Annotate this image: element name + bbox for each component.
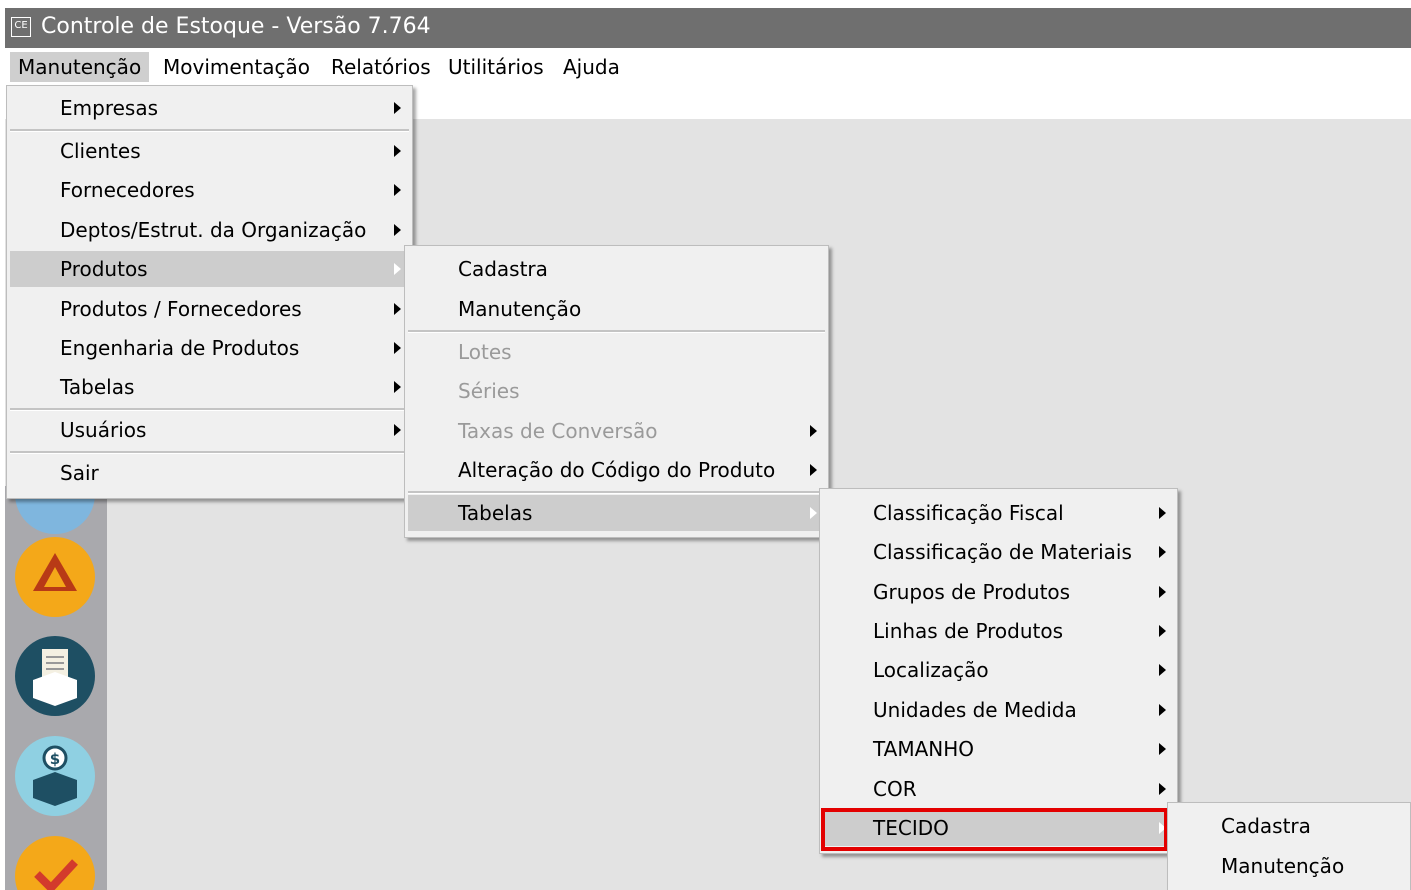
submenu-arrow-icon <box>1159 625 1166 637</box>
submenu-arrow-icon <box>1159 783 1166 795</box>
submenu-arrow-icon <box>394 424 401 436</box>
menu-item-taxas-conversao: Taxas de Conversão <box>408 413 825 449</box>
submenu-arrow-icon <box>394 102 401 114</box>
menu-item-tamanho[interactable]: TAMANHO <box>823 731 1174 767</box>
submenu-arrow-icon <box>394 145 401 157</box>
menu-item-fornecedores[interactable]: Fornecedores <box>10 172 409 208</box>
submenu-arrow-icon <box>1159 586 1166 598</box>
invoice-box-icon[interactable] <box>15 636 95 716</box>
menu-separator <box>408 491 825 494</box>
submenu-arrow-icon <box>1159 546 1166 558</box>
menu-item-tecido[interactable]: TECIDO <box>823 810 1174 846</box>
submenu-arrow-icon <box>1159 704 1166 716</box>
menu-item-cadastra[interactable]: Cadastra <box>408 251 825 287</box>
menu-item-empresas[interactable]: Empresas <box>10 90 409 126</box>
menu-item-localizacao[interactable]: Localização <box>823 652 1174 688</box>
window-title: Controle de Estoque - Versão 7.764 <box>41 14 431 39</box>
menu-item-deptos[interactable]: Deptos/Estrut. da Organização <box>10 212 409 248</box>
dropdown-manutencao: Empresas Clientes Fornecedores Deptos/Es… <box>6 85 413 499</box>
menu-item-produtos-fornecedores[interactable]: Produtos / Fornecedores <box>10 291 409 327</box>
menu-item-classificacao-materiais[interactable]: Classificação de Materiais <box>823 534 1174 570</box>
menu-movimentacao[interactable]: Movimentação <box>155 52 318 82</box>
submenu-arrow-icon <box>394 184 401 196</box>
dropdown-tecido: Cadastra Manutenção <box>1167 802 1411 890</box>
submenu-arrow-icon <box>394 342 401 354</box>
menu-bar: Manutenção Movimentação Relatórios Utili… <box>5 48 1411 86</box>
menu-utilitarios[interactable]: Utilitários <box>440 52 552 82</box>
menu-item-unidades-medida[interactable]: Unidades de Medida <box>823 692 1174 728</box>
menu-item-clientes[interactable]: Clientes <box>10 133 409 169</box>
menu-manutencao[interactable]: Manutenção <box>10 52 150 82</box>
title-bar: CE Controle de Estoque - Versão 7.764 <box>5 8 1411 48</box>
submenu-arrow-icon <box>1159 822 1166 834</box>
submenu-arrow-icon <box>394 263 401 275</box>
menu-separator <box>408 330 825 333</box>
submenu-arrow-icon <box>394 381 401 393</box>
dropdown-produtos: Cadastra Manutenção Lotes Séries Taxas d… <box>404 245 829 538</box>
app-logo-icon: CE <box>11 17 31 37</box>
menu-item-series: Séries <box>458 379 520 403</box>
menu-item-lotes: Lotes <box>458 340 512 364</box>
menu-item-produtos[interactable]: Produtos <box>10 251 409 287</box>
submenu-arrow-icon <box>810 464 817 476</box>
submenu-arrow-icon <box>1159 743 1166 755</box>
menu-item-tabelas[interactable]: Tabelas <box>10 369 409 405</box>
dropdown-tabelas: Classificação Fiscal Classificação de Ma… <box>819 488 1178 854</box>
submenu-arrow-icon <box>1159 664 1166 676</box>
menu-item-alteracao-codigo[interactable]: Alteração do Código do Produto <box>408 452 825 488</box>
submenu-arrow-icon <box>810 425 817 437</box>
menu-item-linhas-produtos[interactable]: Linhas de Produtos <box>823 613 1174 649</box>
menu-item-cor[interactable]: COR <box>823 771 1174 807</box>
check-icon[interactable] <box>15 836 95 890</box>
app-window: CE Controle de Estoque - Versão 7.764 Ma… <box>5 8 1411 890</box>
menu-separator <box>10 129 409 132</box>
submenu-arrow-icon <box>394 303 401 315</box>
menu-item-sair[interactable]: Sair <box>10 455 409 491</box>
menu-separator <box>10 451 409 454</box>
sidebar: $ <box>5 454 107 890</box>
drive-icon[interactable] <box>15 537 95 617</box>
menu-item-tecido-manutencao[interactable]: Manutenção <box>1171 848 1407 884</box>
menu-item-tecido-cadastra[interactable]: Cadastra <box>1171 808 1407 844</box>
menu-separator <box>10 408 409 411</box>
menu-relatorios[interactable]: Relatórios <box>323 52 439 82</box>
svg-text:$: $ <box>50 750 60 768</box>
submenu-arrow-icon <box>1159 507 1166 519</box>
menu-item-classificacao-fiscal[interactable]: Classificação Fiscal <box>823 495 1174 531</box>
submenu-arrow-icon <box>394 224 401 236</box>
money-box-icon[interactable]: $ <box>15 736 95 816</box>
menu-item-grupos-produtos[interactable]: Grupos de Produtos <box>823 574 1174 610</box>
menu-item-usuarios[interactable]: Usuários <box>10 412 409 448</box>
menu-item-tabelas-produtos[interactable]: Tabelas <box>408 495 825 531</box>
menu-item-manutencao[interactable]: Manutenção <box>408 291 825 327</box>
submenu-arrow-icon <box>810 507 817 519</box>
menu-ajuda[interactable]: Ajuda <box>555 52 628 82</box>
menu-item-engenharia-produtos[interactable]: Engenharia de Produtos <box>10 330 409 366</box>
